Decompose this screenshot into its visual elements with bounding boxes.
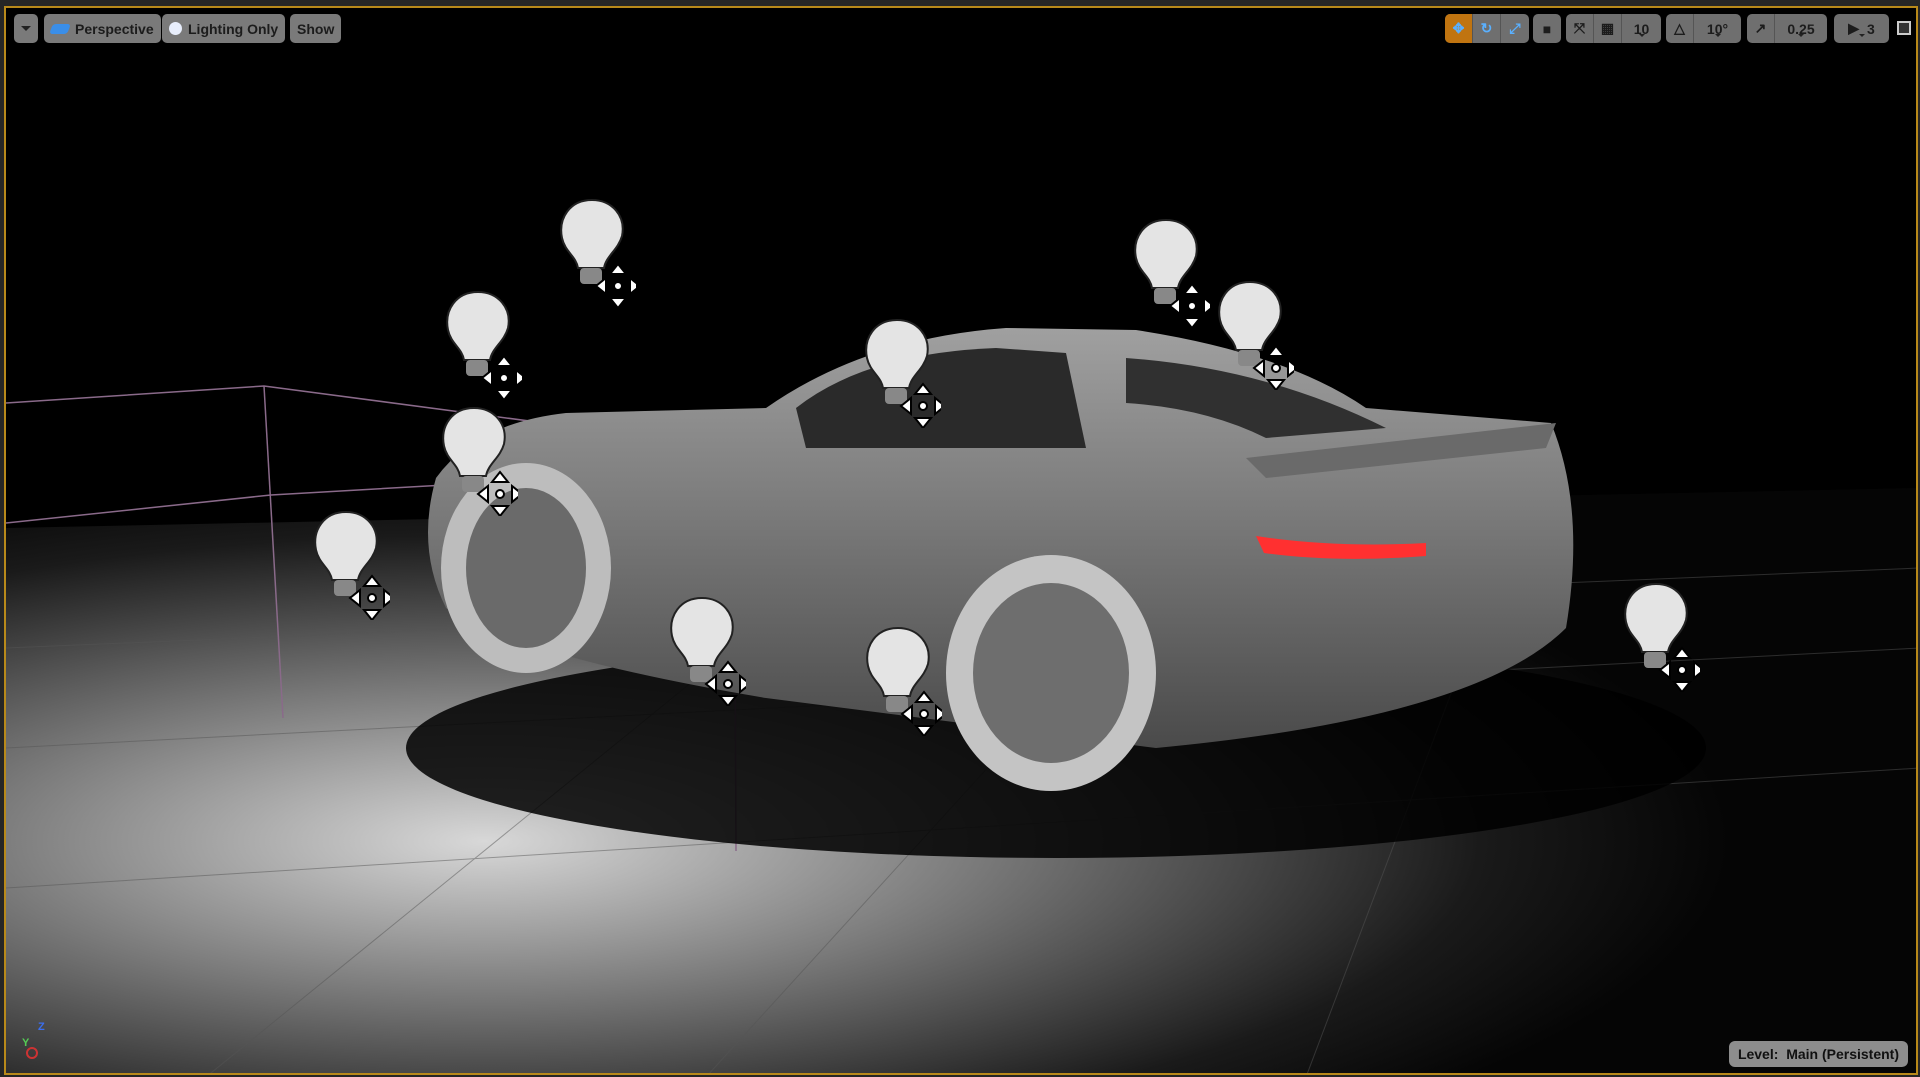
point-light-actor[interactable] [1620, 582, 1706, 694]
camera-speed-button[interactable]: ▶ 3 [1834, 14, 1889, 43]
point-light-actor[interactable] [556, 198, 642, 310]
move-gizmo-icon [1658, 646, 1706, 694]
perspective-button[interactable]: Perspective [44, 14, 161, 43]
axis-indicator: Z Y [20, 1021, 50, 1061]
scale-icon: ⤢ [1509, 20, 1521, 36]
lightbulb-icon [169, 22, 182, 35]
maximize-viewport-icon[interactable] [1897, 21, 1911, 35]
lightbulb-icon [1218, 280, 1300, 392]
move-gizmo-icon [480, 354, 528, 402]
viewport[interactable]: Perspective Lighting Only Show ✥ ↻ ⤢ ■ ⤧… [4, 6, 1918, 1075]
point-light-actor[interactable] [1214, 280, 1300, 392]
scale-snap-group: ↗ 0.25 [1747, 14, 1827, 43]
point-light-actor[interactable] [862, 626, 948, 738]
cube-icon: ■ [1542, 20, 1552, 37]
lightbulb-icon [865, 318, 947, 430]
scene-render [6, 328, 1916, 1073]
move-gizmo-icon [704, 660, 752, 708]
rotation-snap-group: △ 10° [1666, 14, 1741, 43]
world-local-toggle[interactable]: ■ [1533, 14, 1561, 43]
move-gizmo-icon [1168, 282, 1216, 330]
point-light-actor[interactable] [442, 290, 528, 402]
chevron-down-icon [21, 26, 31, 36]
grid-snap-toggle[interactable]: ▦ [1594, 14, 1622, 43]
rotation-snap-value[interactable]: 10° [1694, 14, 1741, 43]
lightbulb-icon [670, 596, 752, 708]
move-icon: ✥ [1452, 20, 1465, 36]
move-gizmo-icon [899, 382, 947, 430]
rotation-snap-toggle[interactable]: △ [1666, 14, 1694, 43]
move-gizmo-icon [1252, 344, 1300, 392]
viewport-options-button[interactable] [14, 14, 38, 43]
move-gizmo-icon [594, 262, 642, 310]
view-mode-button[interactable]: Lighting Only [162, 14, 286, 43]
move-gizmo-icon [476, 470, 524, 518]
point-light-actor[interactable] [310, 510, 396, 622]
scale-snap-value[interactable]: 0.25 [1775, 14, 1827, 43]
level-indicator: Level: Main (Persistent) [1728, 1041, 1908, 1067]
lightbulb-icon [560, 198, 642, 310]
move-gizmo-icon [900, 690, 948, 738]
move-gizmo-icon [348, 574, 396, 622]
lightbulb-icon [1134, 218, 1216, 330]
lightbulb-icon [314, 510, 396, 622]
point-light-actor[interactable] [1130, 218, 1216, 330]
angle-icon: △ [1674, 20, 1685, 36]
translate-tool[interactable]: ✥ [1445, 14, 1473, 43]
lightbulb-icon [442, 406, 524, 518]
rotate-tool[interactable]: ↻ [1473, 14, 1501, 43]
grid-snap-group: ⤧ ▦ 10 [1566, 14, 1661, 43]
camera-speed-group: ▶ 3 [1834, 14, 1889, 43]
transform-tools: ✥ ↻ ⤢ [1445, 14, 1529, 43]
lightbulb-icon [446, 290, 528, 402]
rotate-icon: ↻ [1480, 20, 1493, 36]
scale-tool[interactable]: ⤢ [1501, 14, 1529, 43]
point-light-actor[interactable] [438, 406, 524, 518]
grid-snap-value[interactable]: 10 [1622, 14, 1661, 43]
lightbulb-icon [1624, 582, 1706, 694]
coordinate-system: ■ [1533, 14, 1561, 43]
scale-arrow-icon: ↗ [1754, 20, 1767, 36]
point-light-actor[interactable] [861, 318, 947, 430]
surface-snap-icon: ⤧ [1573, 20, 1586, 36]
scale-snap-toggle[interactable]: ↗ [1747, 14, 1775, 43]
perspective-icon [49, 23, 71, 34]
show-button[interactable]: Show [290, 14, 342, 43]
grid-icon: ▦ [1600, 20, 1615, 36]
camera-icon: ▶ [1848, 20, 1859, 36]
lightbulb-icon [866, 626, 948, 738]
point-light-actor[interactable] [666, 596, 752, 708]
surface-snap-button[interactable]: ⤧ [1566, 14, 1594, 43]
